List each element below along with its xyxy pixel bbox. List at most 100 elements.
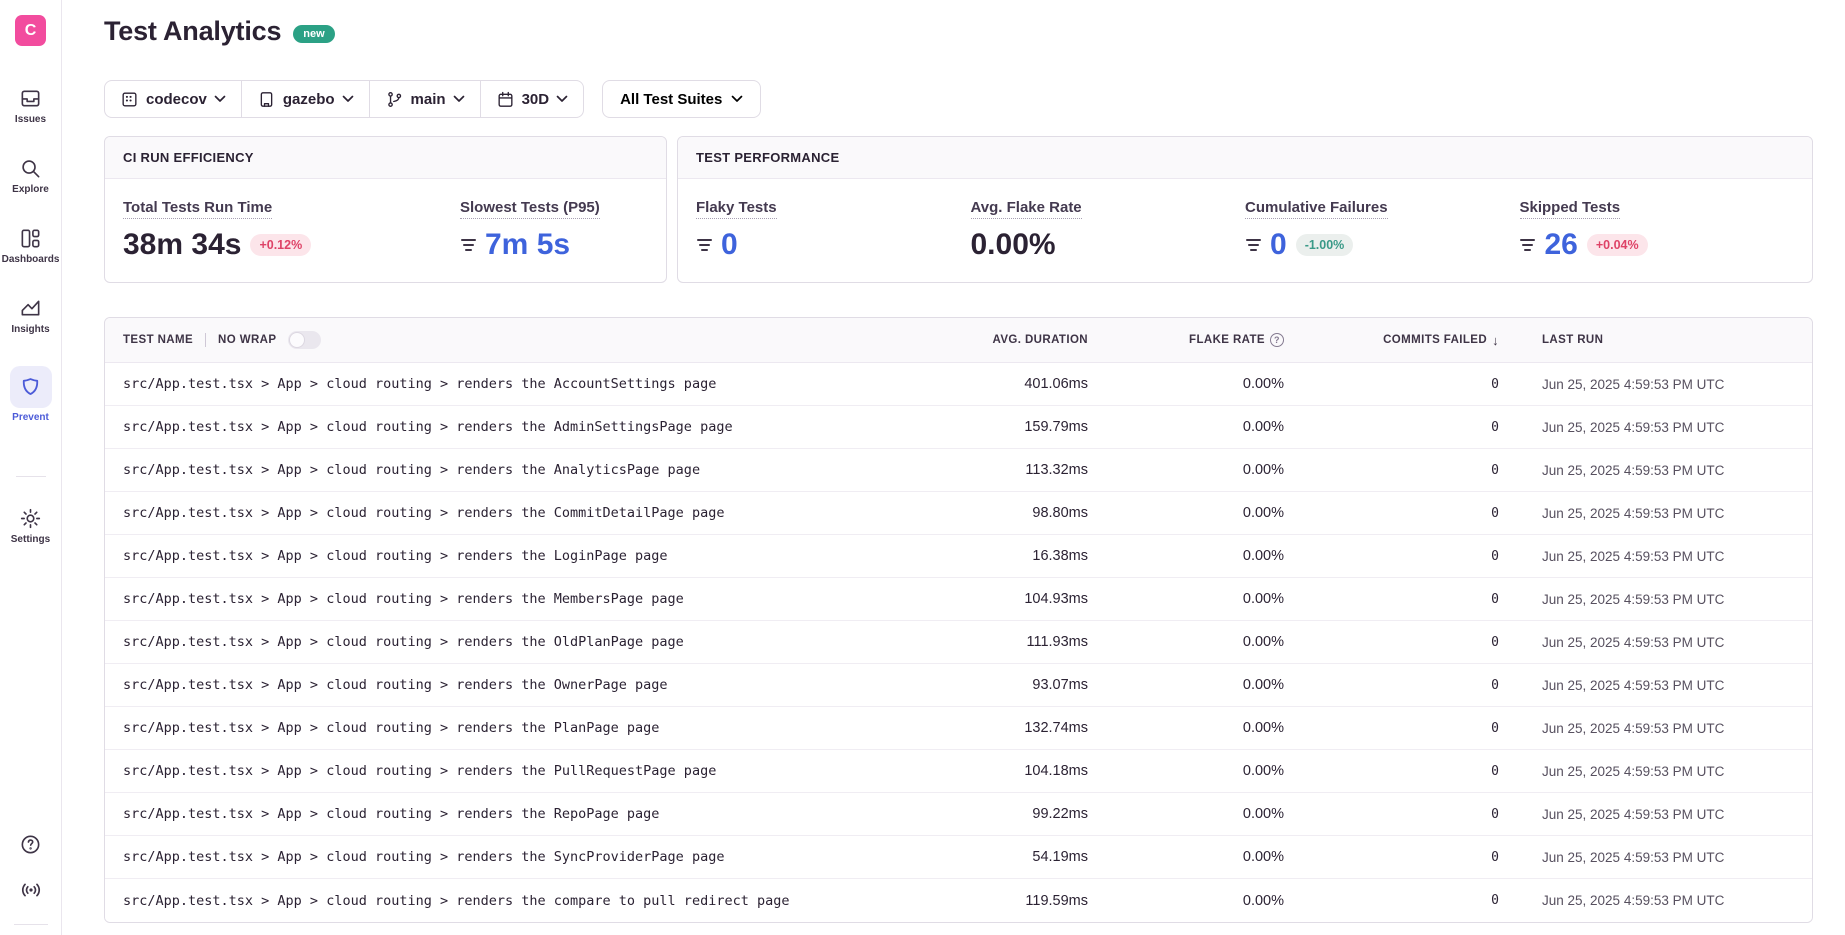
last-run-cell: Jun 25, 2025 4:59:53 PM UTC bbox=[1499, 377, 1812, 392]
flake-rate-cell: 0.00% bbox=[1088, 763, 1284, 779]
card-title: CI RUN EFFICIENCY bbox=[105, 137, 666, 179]
org-selector[interactable]: codecov bbox=[105, 81, 241, 117]
sidebar-item-label: Settings bbox=[11, 534, 50, 545]
info-tooltip-icon[interactable]: ? bbox=[1270, 333, 1284, 347]
avg-duration-cell: 111.93ms bbox=[918, 634, 1088, 650]
commits-failed-cell: 0 bbox=[1284, 506, 1499, 521]
sidebar-item-prevent[interactable]: Prevent bbox=[3, 366, 59, 423]
last-run-cell: Jun 25, 2025 4:59:53 PM UTC bbox=[1499, 850, 1812, 865]
metric-delta-badge: -1.00% bbox=[1296, 234, 1354, 256]
metric-label[interactable]: Avg. Flake Rate bbox=[971, 199, 1082, 219]
metric-value[interactable]: 0 bbox=[1270, 230, 1287, 260]
metric-label[interactable]: Flaky Tests bbox=[696, 199, 777, 219]
help-icon[interactable] bbox=[19, 832, 43, 856]
branch-selector[interactable]: main bbox=[369, 81, 480, 117]
metric-flaky-tests: Flaky Tests 0 bbox=[696, 199, 971, 260]
metric-value[interactable]: 7m 5s bbox=[485, 230, 570, 260]
filter-funnel-icon[interactable] bbox=[1520, 239, 1536, 251]
flake-rate-cell: 0.00% bbox=[1088, 893, 1284, 909]
test-name-cell: src/App.test.tsx > App > cloud routing >… bbox=[105, 677, 918, 693]
page-header: Test Analytics new bbox=[104, 16, 1813, 47]
last-run-cell: Jun 25, 2025 4:59:53 PM UTC bbox=[1499, 420, 1812, 435]
shield-icon bbox=[10, 366, 52, 408]
new-badge: new bbox=[293, 25, 334, 43]
org-selector-label: codecov bbox=[146, 91, 207, 108]
insights-chart-icon bbox=[19, 296, 43, 320]
test-name-cell: src/App.test.tsx > App > cloud routing >… bbox=[105, 591, 918, 607]
broadcast-icon[interactable] bbox=[19, 878, 43, 902]
test-name-cell: src/App.test.tsx > App > cloud routing >… bbox=[105, 720, 918, 736]
sidebar-nav: Issues Explore Dashboards Insights Preve bbox=[3, 86, 59, 545]
flake-rate-cell: 0.00% bbox=[1088, 720, 1284, 736]
metric-slowest-tests: Slowest Tests (P95) 7m 5s bbox=[460, 199, 648, 260]
chevron-down-icon bbox=[556, 95, 568, 103]
flake-rate-cell: 0.00% bbox=[1088, 591, 1284, 607]
table-body: src/App.test.tsx > App > cloud routing >… bbox=[105, 363, 1812, 922]
table-row: src/App.test.tsx > App > cloud routing >… bbox=[105, 707, 1812, 750]
last-run-cell: Jun 25, 2025 4:59:53 PM UTC bbox=[1499, 463, 1812, 478]
table-row: src/App.test.tsx > App > cloud routing >… bbox=[105, 578, 1812, 621]
table-row: src/App.test.tsx > App > cloud routing >… bbox=[105, 406, 1812, 449]
flake-rate-cell: 0.00% bbox=[1088, 677, 1284, 693]
sidebar-item-label: Issues bbox=[15, 114, 46, 125]
sidebar-item-issues[interactable]: Issues bbox=[3, 86, 59, 125]
avg-duration-cell: 132.74ms bbox=[918, 720, 1088, 736]
column-header-commits-failed[interactable]: COMMITS FAILED ↓ bbox=[1284, 333, 1499, 348]
test-name-cell: src/App.test.tsx > App > cloud routing >… bbox=[105, 634, 918, 650]
table-row: src/App.test.tsx > App > cloud routing >… bbox=[105, 621, 1812, 664]
table-row: src/App.test.tsx > App > cloud routing >… bbox=[105, 363, 1812, 406]
column-header-flake-rate[interactable]: FLAKE RATE ? bbox=[1088, 333, 1284, 347]
avg-duration-header-label: AVG. DURATION bbox=[993, 334, 1089, 346]
avg-duration-cell: 401.06ms bbox=[918, 376, 1088, 392]
column-header-avg-duration[interactable]: AVG. DURATION bbox=[918, 334, 1088, 346]
table-row: src/App.test.tsx > App > cloud routing >… bbox=[105, 664, 1812, 707]
table-row: src/App.test.tsx > App > cloud routing >… bbox=[105, 535, 1812, 578]
gear-icon bbox=[19, 506, 43, 530]
test-name-cell: src/App.test.tsx > App > cloud routing >… bbox=[105, 462, 918, 478]
metric-label[interactable]: Slowest Tests (P95) bbox=[460, 199, 600, 219]
metric-value[interactable]: 26 bbox=[1545, 230, 1578, 260]
metric-cumulative-failures: Cumulative Failures 0 -1.00% bbox=[1245, 199, 1520, 260]
repo-selector[interactable]: gazebo bbox=[241, 81, 369, 117]
column-header-test-name[interactable]: TEST NAME NO WRAP bbox=[105, 331, 918, 349]
commits-failed-header-label: COMMITS FAILED bbox=[1383, 334, 1487, 346]
test-name-cell: src/App.test.tsx > App > cloud routing >… bbox=[105, 376, 918, 392]
dashboards-icon bbox=[19, 226, 43, 250]
avg-duration-cell: 113.32ms bbox=[918, 462, 1088, 478]
avg-duration-cell: 98.80ms bbox=[918, 505, 1088, 521]
test-name-cell: src/App.test.tsx > App > cloud routing >… bbox=[105, 849, 918, 865]
flake-rate-cell: 0.00% bbox=[1088, 849, 1284, 865]
commits-failed-cell: 0 bbox=[1284, 678, 1499, 693]
filter-funnel-icon[interactable] bbox=[696, 239, 712, 251]
table-header-row: TEST NAME NO WRAP AVG. DURATION FLAKE RA… bbox=[105, 318, 1812, 363]
table-row: src/App.test.tsx > App > cloud routing >… bbox=[105, 793, 1812, 836]
no-wrap-toggle[interactable] bbox=[288, 331, 321, 349]
footer-divider bbox=[14, 924, 48, 925]
column-header-last-run[interactable]: LAST RUN bbox=[1499, 334, 1812, 346]
filter-funnel-icon[interactable] bbox=[1245, 239, 1261, 251]
avg-duration-cell: 93.07ms bbox=[918, 677, 1088, 693]
commits-failed-cell: 0 bbox=[1284, 635, 1499, 650]
metric-label[interactable]: Total Tests Run Time bbox=[123, 199, 272, 219]
sidebar-item-dashboards[interactable]: Dashboards bbox=[3, 226, 59, 265]
table-row: src/App.test.tsx > App > cloud routing >… bbox=[105, 449, 1812, 492]
chevron-down-icon bbox=[453, 95, 465, 103]
metric-label[interactable]: Skipped Tests bbox=[1520, 199, 1621, 219]
app-logo[interactable]: C bbox=[15, 15, 46, 46]
sidebar-item-label: Dashboards bbox=[2, 254, 60, 265]
last-run-cell: Jun 25, 2025 4:59:53 PM UTC bbox=[1499, 721, 1812, 736]
commits-failed-cell: 0 bbox=[1284, 721, 1499, 736]
metric-total-tests-run-time: Total Tests Run Time 38m 34s +0.12% bbox=[123, 199, 460, 260]
test-suites-dropdown[interactable]: All Test Suites bbox=[602, 80, 761, 118]
sidebar-item-settings[interactable]: Settings bbox=[3, 506, 59, 545]
date-range-selector[interactable]: 30D bbox=[480, 81, 584, 117]
sidebar: C Issues Explore Dashboards Insights bbox=[0, 0, 62, 935]
metric-value[interactable]: 0 bbox=[721, 230, 738, 260]
sidebar-item-insights[interactable]: Insights bbox=[3, 296, 59, 335]
filter-funnel-icon[interactable] bbox=[460, 239, 476, 251]
sidebar-item-explore[interactable]: Explore bbox=[3, 156, 59, 195]
test-name-cell: src/App.test.tsx > App > cloud routing >… bbox=[105, 763, 918, 779]
test-suites-label: All Test Suites bbox=[620, 91, 722, 108]
metric-label[interactable]: Cumulative Failures bbox=[1245, 199, 1388, 219]
commits-failed-cell: 0 bbox=[1284, 592, 1499, 607]
